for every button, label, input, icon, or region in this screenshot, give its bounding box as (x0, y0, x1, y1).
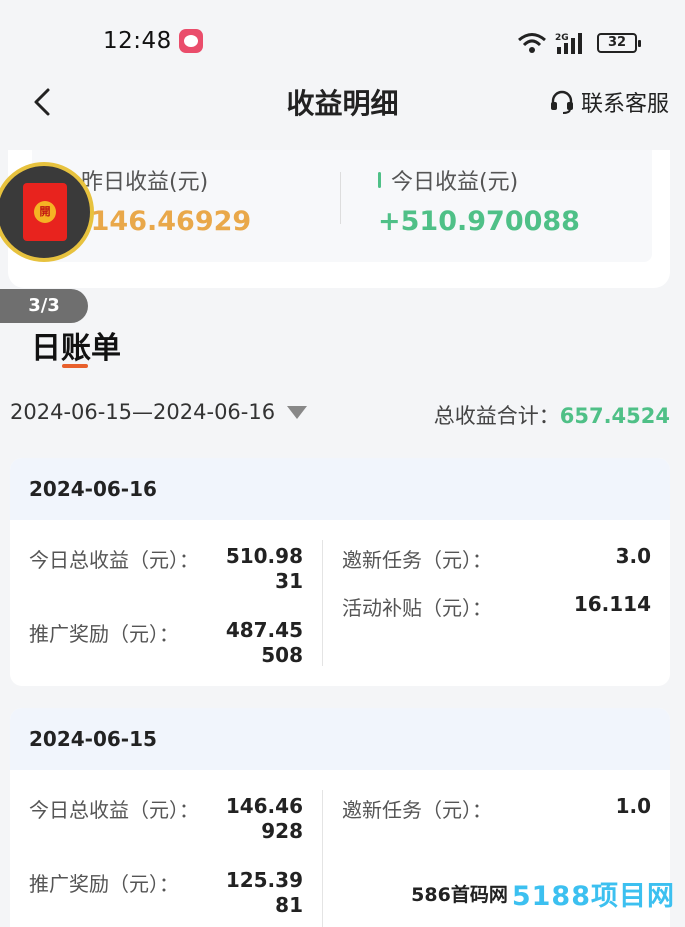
daily-bill-title: 日账单 (31, 331, 121, 366)
day-card-divider (322, 540, 323, 666)
total-income-label: 今日总收益（元）： (29, 798, 199, 822)
earnings-summary-inner: 昨日收益(元) +146.46929 今日收益(元) +510.970088 (32, 150, 652, 262)
earnings-summary-card: 昨日收益(元) +146.46929 今日收益(元) +510.970088 (8, 150, 670, 288)
today-label: 今日收益(元) (391, 170, 519, 195)
watermark-logo: 5188项目网 (511, 881, 675, 912)
summary-divider (340, 172, 341, 224)
today-earnings: 今日收益(元) +510.970088 (378, 164, 580, 237)
app-notification-icon (179, 29, 203, 53)
yesterday-label: 昨日收益(元) (81, 170, 209, 195)
signal-icon: 2G (555, 33, 582, 54)
total-income-value: 510.98 31 (225, 544, 303, 593)
total-earnings: 总收益合计：657.4524 (434, 400, 670, 430)
yesterday-earnings: 昨日收益(元) +146.46929 (68, 164, 251, 237)
wifi-icon (518, 33, 546, 53)
watermark: 586首码网 5188项目网 (411, 874, 675, 913)
activity-subsidy-label: 活动补贴（元）： (342, 596, 492, 620)
promo-reward-value: 487.45 508 (225, 618, 303, 667)
day-card-date: 2024-06-16 (10, 458, 670, 520)
status-bar: 12:48 2G 32 (0, 0, 685, 80)
invite-task-label: 邀新任务（元）： (342, 548, 492, 572)
status-icons: 2G 32 (517, 30, 641, 56)
red-envelope-icon: 開 (23, 183, 67, 241)
day-card-divider (322, 790, 323, 927)
invite-task-value: 1.0 (615, 794, 651, 818)
tab-underline (62, 364, 88, 368)
invite-task-value: 3.0 (615, 544, 651, 568)
promo-reward-label: 推广奖励（元）： (29, 622, 179, 646)
svg-text:2G: 2G (555, 33, 569, 43)
invite-task-label: 邀新任务（元）： (342, 798, 492, 822)
activity-subsidy-value: 16.114 (573, 592, 651, 616)
total-income-value: 146.46 928 (225, 794, 303, 843)
today-value: +510.970088 (378, 206, 580, 237)
watermark-text: 586首码网 (411, 884, 508, 906)
promo-reward-label: 推广奖励（元）： (29, 872, 179, 896)
today-marker (378, 172, 381, 188)
contact-support-label: 联系客服 (580, 92, 669, 117)
page-indicator-badge: 3/3 (0, 289, 88, 323)
status-time: 12:48 (103, 28, 172, 54)
date-range-picker[interactable]: 2024-06-15—2024-06-16 (10, 400, 308, 424)
day-card-date: 2024-06-15 (10, 708, 670, 770)
filter-row: 2024-06-15—2024-06-16 总收益合计：657.4524 (0, 398, 685, 432)
nav-bar: 收益明细 联系客服 (0, 80, 685, 124)
contact-support-button[interactable]: 联系客服 (549, 86, 669, 118)
promo-reward-value: 125.39 81 (225, 868, 303, 917)
red-packet-seal: 開 (34, 201, 56, 223)
total-earnings-value: 657.4524 (559, 404, 670, 428)
day-card: 2024-06-16 今日总收益（元）： 510.98 31 推广奖励（元）： … (10, 458, 670, 686)
battery-indicator: 32 (597, 33, 641, 53)
yesterday-value: +146.46929 (68, 206, 252, 237)
date-range-text: 2024-06-15—2024-06-16 (10, 400, 276, 424)
total-income-label: 今日总收益（元）： (29, 548, 199, 572)
total-earnings-label: 总收益合计： (433, 404, 560, 428)
headset-icon (550, 90, 573, 114)
day-card-body: 今日总收益（元）： 510.98 31 推广奖励（元）： 487.45 508 … (10, 520, 670, 686)
dropdown-triangle-icon (287, 405, 308, 419)
